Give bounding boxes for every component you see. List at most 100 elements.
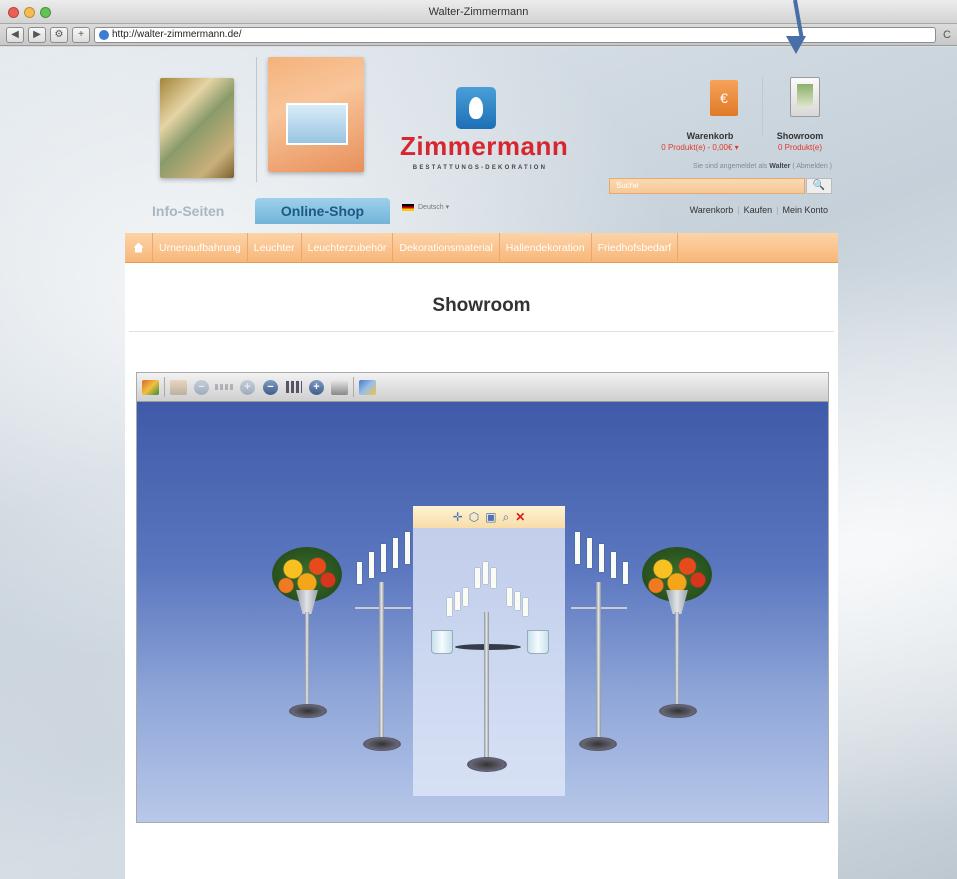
zoom-in-icon[interactable]: +: [238, 378, 257, 397]
main-nav: Urnenaufbahrung Leuchter Leuchterzubehör…: [125, 232, 838, 263]
zoom-window-button[interactable]: [40, 7, 51, 18]
duplicate-icon[interactable]: ▣: [485, 510, 496, 524]
page-title: Showroom: [432, 295, 531, 316]
zoom-out-icon[interactable]: −: [192, 378, 211, 397]
showroom-viewer: − + − + ✛ ⬡ ▣ ⌕ ✕: [136, 372, 829, 823]
scale-up-icon[interactable]: +: [307, 378, 326, 397]
language-select[interactable]: Deutsch ▾: [402, 203, 449, 211]
brand-name[interactable]: Zimmermann: [400, 131, 568, 162]
add-scene-icon[interactable]: [141, 378, 160, 397]
candelabra-pole-left: [379, 582, 384, 742]
header-divider: [256, 57, 257, 182]
candle: [491, 568, 496, 588]
account-links: Warenkorb | Kaufen | Mein Konto: [600, 205, 832, 215]
nav-item-hallendekoration[interactable]: Hallendekoration: [500, 232, 592, 263]
candle: [463, 588, 468, 606]
browser-toolbar: ◀ ▶ ⚙ + http://walter-zimmermann.de/ C: [0, 24, 957, 46]
window-title: Walter-Zimmermann: [428, 6, 529, 18]
candelabra-pole-center: [484, 612, 489, 762]
window-controls: [8, 7, 51, 18]
search-input[interactable]: Suche: [609, 178, 805, 194]
cart-icon[interactable]: €: [710, 80, 738, 116]
link-mein-konto[interactable]: Mein Konto: [778, 205, 832, 215]
nav-item-dekorationsmaterial[interactable]: Dekorationsmaterial: [393, 232, 500, 263]
product-image-gift[interactable]: [160, 78, 234, 178]
logo-icon[interactable]: [456, 87, 496, 129]
bucket-left: [431, 630, 453, 654]
nav-item-friedhofsbedarf[interactable]: Friedhofsbedarf: [592, 232, 679, 263]
product-image-bag[interactable]: [268, 57, 364, 172]
flower-vase-right: [666, 590, 688, 614]
search-button[interactable]: 🔍: [806, 178, 832, 194]
nav-item-leuchterzubehoer[interactable]: Leuchterzubehör: [302, 232, 394, 263]
title-bar: Walter-Zimmermann: [0, 0, 957, 24]
move-icon[interactable]: ✛: [453, 510, 463, 524]
candelabra-base-center: [467, 757, 507, 772]
candle: [357, 562, 362, 584]
reload-button[interactable]: C: [943, 29, 951, 41]
candle: [447, 598, 452, 616]
brand-subtitle: BESTATTUNGS-DEKORATION: [412, 165, 548, 171]
main-content: Showroom − + − + ✛ ⬡ ▣ ⌕ ✕: [125, 263, 838, 879]
background-icon[interactable]: [169, 378, 188, 397]
candle: [455, 592, 460, 610]
candle: [381, 544, 386, 572]
link-warenkorb[interactable]: Warenkorb: [686, 205, 738, 215]
cart-divider: [762, 77, 763, 137]
candelabra-base-left: [363, 737, 401, 751]
flower-stand-pole-left: [305, 612, 309, 712]
showroom-summary[interactable]: 0 Produkt(e): [765, 143, 835, 152]
address-bar[interactable]: http://walter-zimmermann.de/: [94, 26, 937, 43]
zoom-slider[interactable]: [215, 378, 234, 397]
delete-icon[interactable]: ✕: [515, 510, 525, 524]
showroom-title[interactable]: Showroom: [765, 131, 835, 141]
candle: [599, 544, 604, 572]
back-button[interactable]: ◀: [6, 26, 24, 43]
export-icon[interactable]: [358, 378, 377, 397]
rotate-icon[interactable]: ⬡: [469, 510, 479, 524]
cart-summary[interactable]: 0 Produkt(e) - 0,00€ ▾: [630, 143, 770, 152]
nav-item-urnenaufbahrung[interactable]: Urnenaufbahrung: [153, 232, 248, 263]
tab-info-seiten[interactable]: Info-Seiten: [152, 203, 224, 219]
zoom-icon[interactable]: ⌕: [503, 510, 510, 525]
title-divider: [129, 331, 834, 332]
flower-vase-left: [296, 590, 318, 614]
candle: [393, 538, 398, 568]
bookmark-icon[interactable]: ⚙: [50, 26, 68, 43]
candle: [515, 592, 520, 610]
flag-icon: [402, 203, 414, 211]
print-icon[interactable]: [330, 378, 349, 397]
showroom-stage[interactable]: ✛ ⬡ ▣ ⌕ ✕: [137, 402, 828, 822]
login-prefix: Sie sind angemeldet als: [692, 163, 768, 170]
candles-icon[interactable]: [284, 378, 303, 397]
page: Zimmermann BESTATTUNGS-DEKORATION € Ware…: [0, 47, 957, 879]
candle: [405, 532, 410, 564]
annotation-arrow-head-icon: [786, 36, 806, 54]
flower-stand-base-left: [289, 704, 327, 718]
viewer-toolbar: − + − +: [137, 373, 828, 402]
cart-title[interactable]: Warenkorb: [660, 131, 760, 141]
candle: [623, 562, 628, 584]
flower-stand-pole-right: [675, 612, 679, 712]
home-icon[interactable]: [125, 232, 153, 263]
add-bookmark-button[interactable]: +: [72, 26, 90, 43]
tab-online-shop[interactable]: Online-Shop: [255, 198, 390, 224]
minimize-window-button[interactable]: [24, 7, 35, 18]
bucket-right: [527, 630, 549, 654]
link-kaufen[interactable]: Kaufen: [740, 205, 777, 215]
forward-button[interactable]: ▶: [28, 26, 46, 43]
candelabra-pole-right: [596, 582, 601, 742]
showroom-icon[interactable]: [790, 77, 820, 117]
candle: [611, 552, 616, 578]
candle: [483, 562, 488, 584]
candle: [369, 552, 374, 578]
close-window-button[interactable]: [8, 7, 19, 18]
selection-toolbar: ✛ ⬡ ▣ ⌕ ✕: [413, 506, 565, 528]
flame-icon: [469, 97, 483, 119]
scale-down-icon[interactable]: −: [261, 378, 280, 397]
logout-link[interactable]: ( Abmelden ): [792, 163, 832, 170]
candle: [575, 532, 580, 564]
globe-icon: [99, 29, 109, 40]
flower-stand-base-right: [659, 704, 697, 718]
nav-item-leuchter[interactable]: Leuchter: [248, 232, 302, 263]
